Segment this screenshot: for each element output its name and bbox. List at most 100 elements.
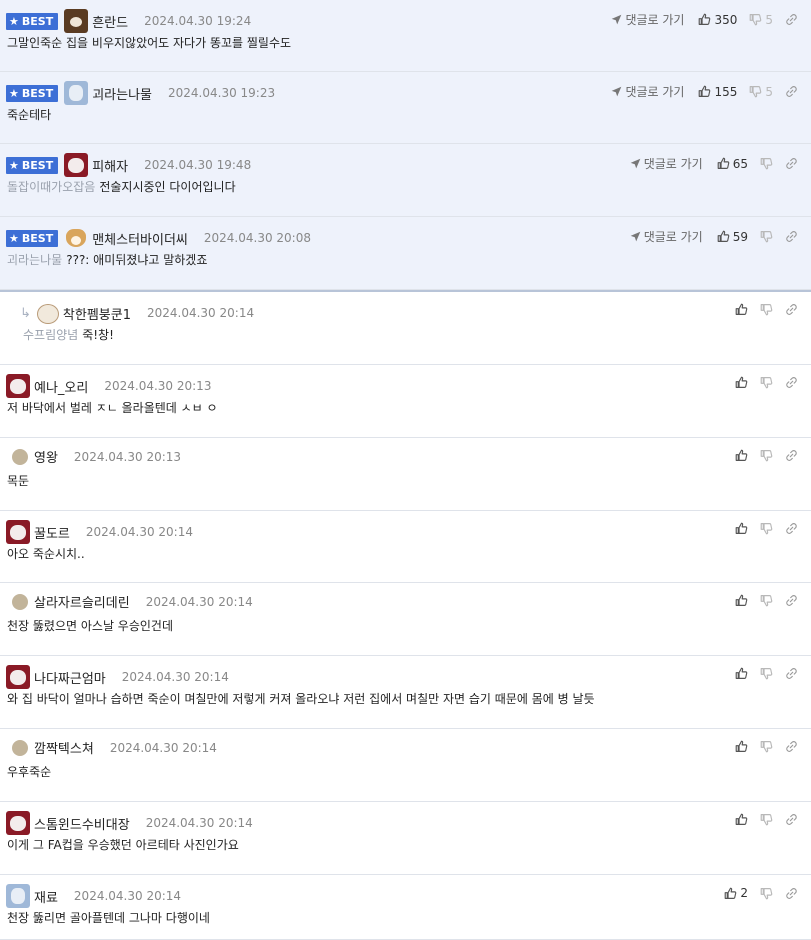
dislike-button[interactable]: 5 (749, 13, 773, 27)
like-button[interactable]: 65 (717, 157, 748, 171)
author-nickname[interactable]: 나다짜근엄마 (34, 668, 106, 687)
like-button[interactable]: 59 (717, 230, 748, 244)
avatar[interactable] (64, 81, 89, 105)
star-icon: ★ (9, 158, 19, 172)
like-button[interactable] (735, 667, 748, 680)
link-icon[interactable] (785, 85, 798, 98)
goto-comment-link[interactable]: 댓글로 가기 (630, 155, 703, 172)
mention-prefix[interactable]: 수프림양념 (23, 328, 78, 342)
avatar[interactable] (6, 884, 30, 908)
goto-comment-link[interactable]: 댓글로 가기 (611, 83, 684, 100)
avatar[interactable] (35, 301, 59, 325)
like-button[interactable]: 2 (724, 886, 748, 900)
link-icon[interactable] (785, 376, 798, 389)
comment-timestamp: 2024.04.30 20:13 (73, 449, 182, 464)
link-icon[interactable] (785, 157, 798, 170)
author-nickname[interactable]: 살라자르슬리데린 (34, 592, 130, 611)
mention-prefix[interactable]: 괴라는나물 (7, 253, 62, 267)
author-nickname[interactable]: 재료 (34, 887, 58, 906)
comment-body: 저 바닥에서 벌레 ㅈㄴ 올라올텐데 ㅅㅂ ㅇ (7, 399, 218, 416)
avatar[interactable] (6, 520, 30, 544)
comment-timestamp: 2024.04.30 20:14 (146, 306, 255, 320)
author-nickname[interactable]: 스톰윈드수비대장 (34, 814, 130, 833)
author-nickname[interactable]: 꿀도르 (34, 523, 70, 542)
avatar[interactable] (12, 448, 28, 465)
goto-comment-link[interactable]: 댓글로 가기 (611, 11, 684, 28)
goto-comment-label: 댓글로 가기 (643, 230, 703, 244)
link-icon[interactable] (785, 667, 798, 680)
best-badge-label: BEST (21, 14, 54, 28)
avatar[interactable] (12, 593, 28, 610)
comment-actions: 댓글로 가기 350 5 (611, 11, 798, 28)
dislike-button[interactable] (760, 376, 773, 389)
goto-comment-label: 댓글로 가기 (625, 85, 685, 99)
best-badge: ★ BEST (6, 156, 59, 174)
mention-prefix[interactable]: 돌잡이때가오잡음 (7, 180, 95, 194)
link-icon[interactable] (785, 813, 798, 826)
link-icon[interactable] (785, 230, 798, 243)
avatar[interactable] (6, 665, 30, 689)
author-nickname[interactable]: 착한펨붕쿤1 (63, 304, 131, 323)
link-icon[interactable] (785, 303, 798, 316)
dislike-button[interactable] (760, 740, 773, 753)
avatar[interactable] (6, 811, 30, 835)
avatar[interactable] (6, 374, 30, 398)
avatar[interactable] (64, 9, 89, 33)
like-button[interactable]: 350 (698, 13, 737, 27)
dislike-button[interactable] (760, 594, 773, 607)
like-button[interactable]: 155 (698, 85, 737, 99)
comment-header: 나다짜근엄마 2024.04.30 20:14 (6, 665, 229, 689)
link-icon[interactable] (785, 594, 798, 607)
send-arrow-icon (611, 86, 625, 97)
comment-timestamp: 2024.04.30 19:24 (144, 14, 252, 28)
link-icon[interactable] (785, 449, 798, 462)
dislike-button[interactable] (760, 887, 773, 900)
dislike-button[interactable] (760, 667, 773, 680)
like-button[interactable] (735, 813, 748, 826)
best-badge-label: BEST (21, 231, 54, 245)
avatar[interactable] (64, 226, 88, 250)
dislike-button[interactable] (760, 449, 773, 462)
author-nickname[interactable]: 흔란드 (92, 12, 128, 31)
author-nickname[interactable]: 피해자 (92, 156, 128, 175)
comment-timestamp: 2024.04.30 19:23 (168, 86, 276, 100)
author-nickname[interactable]: 맨체스터바이더씨 (92, 229, 188, 248)
link-icon[interactable] (785, 740, 798, 753)
like-button[interactable] (735, 740, 748, 753)
thumbs-down-icon (760, 887, 773, 900)
comment-text: 천장 뚫렸으면 아스날 우승인건데 (7, 619, 174, 633)
dislike-button[interactable] (760, 157, 773, 170)
like-button[interactable] (735, 376, 748, 389)
comment-timestamp: 2024.04.30 20:14 (121, 670, 229, 684)
author-nickname[interactable]: 깜짝텍스쳐 (34, 738, 94, 757)
author-nickname[interactable]: 예나_오리 (34, 377, 88, 396)
like-count: 155 (714, 84, 738, 99)
link-icon[interactable] (785, 522, 798, 535)
comment-header: ★ BEST 맨체스터바이더씨 2024.04.30 20:08 (6, 226, 311, 250)
thumbs-down-icon (760, 740, 773, 753)
comment: 영왕 2024.04.30 20:13 목둔 (0, 438, 811, 511)
reply-arrow-icon: ↳ (20, 305, 31, 321)
dislike-button[interactable]: 5 (749, 85, 773, 99)
comment-header: 스톰윈드수비대장 2024.04.30 20:14 (6, 811, 253, 835)
dislike-button[interactable] (760, 230, 773, 243)
link-icon[interactable] (785, 887, 798, 900)
like-button[interactable] (735, 594, 748, 607)
author-nickname[interactable]: 괴라는나물 (92, 84, 152, 103)
dislike-button[interactable] (760, 813, 773, 826)
goto-comment-link[interactable]: 댓글로 가기 (630, 228, 703, 245)
thumbs-down-icon (749, 85, 762, 98)
best-badge: ★ BEST (6, 12, 59, 30)
comment-header: 예나_오리 2024.04.30 20:13 (6, 374, 211, 398)
comment-body: 와 집 바닥이 얼마나 습하면 죽순이 며칠만에 저렇게 커져 올라오냐 저런 … (7, 690, 595, 707)
dislike-button[interactable] (760, 303, 773, 316)
like-button[interactable] (735, 522, 748, 535)
avatar[interactable] (64, 153, 89, 177)
link-icon[interactable] (785, 13, 798, 26)
comment-body: 돌잡이때가오잡음 전술지시중인 다이어입니다 (7, 178, 236, 195)
author-nickname[interactable]: 영왕 (34, 447, 58, 466)
like-button[interactable] (735, 303, 748, 316)
avatar[interactable] (12, 739, 28, 756)
dislike-button[interactable] (760, 522, 773, 535)
like-button[interactable] (735, 449, 748, 462)
